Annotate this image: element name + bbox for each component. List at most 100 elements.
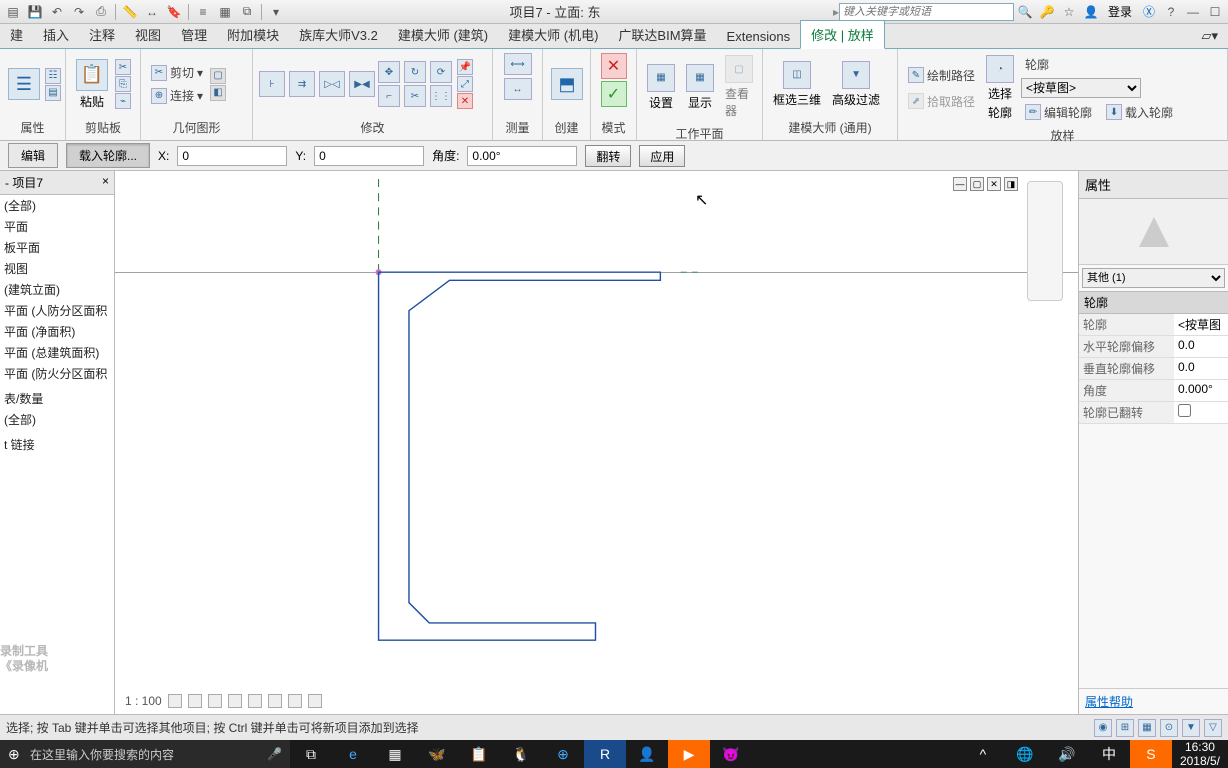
- tree-item[interactable]: 平面: [0, 216, 114, 237]
- copy-move-icon[interactable]: ↻: [404, 61, 426, 83]
- calculator-icon[interactable]: ▦: [374, 740, 416, 768]
- status-icon[interactable]: ⊙: [1160, 719, 1178, 737]
- set-plane-button[interactable]: ▦设置: [643, 62, 679, 113]
- tab-arch-master[interactable]: 建模大师 (建筑): [388, 21, 498, 48]
- qq-icon[interactable]: 🐧: [500, 740, 542, 768]
- move-icon[interactable]: ✥: [378, 61, 400, 83]
- angle-input[interactable]: [467, 146, 577, 166]
- tree-item[interactable]: 板平面: [0, 237, 114, 258]
- tab-annotate[interactable]: 注释: [79, 21, 125, 48]
- show-plane-button[interactable]: ▦显示: [682, 62, 718, 113]
- apply-button[interactable]: 应用: [639, 145, 685, 167]
- tag-icon[interactable]: 🔖: [164, 2, 184, 22]
- search-icon[interactable]: 🔍: [1015, 2, 1035, 22]
- scale-label[interactable]: 1 : 100: [125, 694, 162, 708]
- opt-edit-tab[interactable]: 编辑: [8, 143, 58, 168]
- volume-icon[interactable]: 🔊: [1046, 740, 1088, 768]
- status-icon[interactable]: ⊞: [1116, 719, 1134, 737]
- close-hidden-icon[interactable]: ▦: [215, 2, 235, 22]
- redo-icon[interactable]: ↷: [69, 2, 89, 22]
- ime-icon[interactable]: 中: [1088, 740, 1130, 768]
- close-view-icon[interactable]: ✕: [987, 177, 1001, 191]
- type-props-icon[interactable]: ☷: [45, 68, 61, 84]
- panel-toggle-icon[interactable]: ◨: [1004, 177, 1018, 191]
- mirror-pick-icon[interactable]: ▷◁: [319, 71, 345, 97]
- print-icon[interactable]: ⎙: [91, 2, 111, 22]
- maximize-icon[interactable]: ☐: [1205, 2, 1225, 22]
- app-menu-button[interactable]: ▤: [3, 2, 23, 22]
- sogou-icon[interactable]: S: [1130, 740, 1172, 768]
- flip-button[interactable]: 翻转: [585, 145, 631, 167]
- crop-region-icon[interactable]: [268, 694, 282, 708]
- cut-geom-button[interactable]: ✂剪切 ▾: [147, 62, 207, 84]
- tree-item[interactable]: (全部): [0, 195, 114, 216]
- tab-extensions[interactable]: Extensions: [717, 25, 801, 48]
- drawing-canvas[interactable]: — ▢ ✕ ◨ 1 : 100: [115, 171, 1078, 714]
- trim-icon[interactable]: ⌐: [378, 85, 400, 107]
- type-selector[interactable]: 其他 (1): [1082, 268, 1225, 288]
- profile-dropdown[interactable]: <按草图>: [1021, 78, 1141, 98]
- viewer-button[interactable]: ▢查看器: [721, 53, 757, 121]
- tab-build[interactable]: 建: [0, 21, 33, 48]
- exchange-icon[interactable]: Ⓧ: [1139, 2, 1159, 22]
- tab-manage[interactable]: 管理: [171, 21, 217, 48]
- crop-view-icon[interactable]: [248, 694, 262, 708]
- properties-help-link[interactable]: 属性帮助: [1079, 688, 1228, 714]
- login-label[interactable]: 登录: [1108, 3, 1132, 20]
- edge-icon[interactable]: e: [332, 740, 374, 768]
- load-profile-button[interactable]: ⬇载入轮廓: [1102, 101, 1177, 123]
- measure-icon[interactable]: 📏: [120, 2, 140, 22]
- customize-icon[interactable]: ▾: [266, 2, 286, 22]
- sun-path-icon[interactable]: [208, 694, 222, 708]
- array-icon[interactable]: ⋮⋮: [430, 85, 452, 107]
- tab-family[interactable]: 族库大师V3.2: [289, 21, 388, 48]
- star-icon[interactable]: ☆: [1059, 2, 1079, 22]
- pin-icon[interactable]: 📌: [457, 59, 473, 75]
- tab-insert[interactable]: 插入: [33, 21, 79, 48]
- tab-addins[interactable]: 附加模块: [217, 21, 289, 48]
- delete-icon[interactable]: ✕: [457, 93, 473, 109]
- y-input[interactable]: [314, 146, 424, 166]
- join-geom-button[interactable]: ⊕连接 ▾: [147, 85, 207, 107]
- tree-item[interactable]: (全部): [0, 409, 114, 430]
- taskbar-search[interactable]: 在这里输入你要搜索的内容🎤: [0, 740, 290, 768]
- tree-item[interactable]: 平面 (总建筑面积): [0, 342, 114, 363]
- dim-icon[interactable]: ↔: [142, 2, 162, 22]
- cancel-mode-icon[interactable]: ✕: [601, 53, 627, 79]
- tree-item[interactable]: 平面 (防火分区面积: [0, 363, 114, 384]
- cut-icon[interactable]: ✂: [115, 59, 131, 75]
- detail-level-icon[interactable]: [168, 694, 182, 708]
- align-icon[interactable]: ⊦: [259, 71, 285, 97]
- tab-modify-sweep[interactable]: 修改 | 放样: [800, 20, 885, 49]
- app-icon[interactable]: 😈: [710, 740, 752, 768]
- status-filter-icon[interactable]: ▽: [1204, 719, 1222, 737]
- max-view-icon[interactable]: ▢: [970, 177, 984, 191]
- help-icon[interactable]: ?: [1161, 2, 1181, 22]
- paste-button[interactable]: 📋粘贴: [72, 57, 112, 112]
- navigation-bar[interactable]: [1027, 181, 1063, 301]
- tree-item[interactable]: 平面 (净面积): [0, 321, 114, 342]
- tree-item[interactable]: 视图: [0, 258, 114, 279]
- undo-icon[interactable]: ↶: [47, 2, 67, 22]
- box-3d-button[interactable]: ◫框选三维: [769, 59, 825, 110]
- network-icon[interactable]: 🌐: [1004, 740, 1046, 768]
- visual-style-icon[interactable]: [188, 694, 202, 708]
- split-icon[interactable]: ✂: [404, 85, 426, 107]
- offset-icon[interactable]: ⇉: [289, 71, 315, 97]
- user-icon[interactable]: 👤: [1081, 2, 1101, 22]
- reveal-hidden-icon[interactable]: [308, 694, 322, 708]
- finish-mode-icon[interactable]: ✓: [601, 81, 627, 107]
- match-icon[interactable]: ⌁: [115, 93, 131, 109]
- create-button[interactable]: ⬒: [549, 66, 585, 102]
- rotate-icon[interactable]: ⟳: [430, 61, 452, 83]
- app-icon[interactable]: ⊕: [542, 740, 584, 768]
- tab-glodon[interactable]: 广联达BIM算量: [608, 21, 716, 48]
- help-search-input[interactable]: [839, 3, 1014, 21]
- status-icon[interactable]: ◉: [1094, 719, 1112, 737]
- cope-icon[interactable]: ▢: [210, 68, 226, 84]
- select-profile-button[interactable]: ◔选择轮廓: [982, 53, 1018, 123]
- tree-item[interactable]: 表/数量: [0, 388, 114, 409]
- app-icon[interactable]: 📋: [458, 740, 500, 768]
- tree-item[interactable]: (建筑立面): [0, 279, 114, 300]
- tab-mep-master[interactable]: 建模大师 (机电): [498, 21, 608, 48]
